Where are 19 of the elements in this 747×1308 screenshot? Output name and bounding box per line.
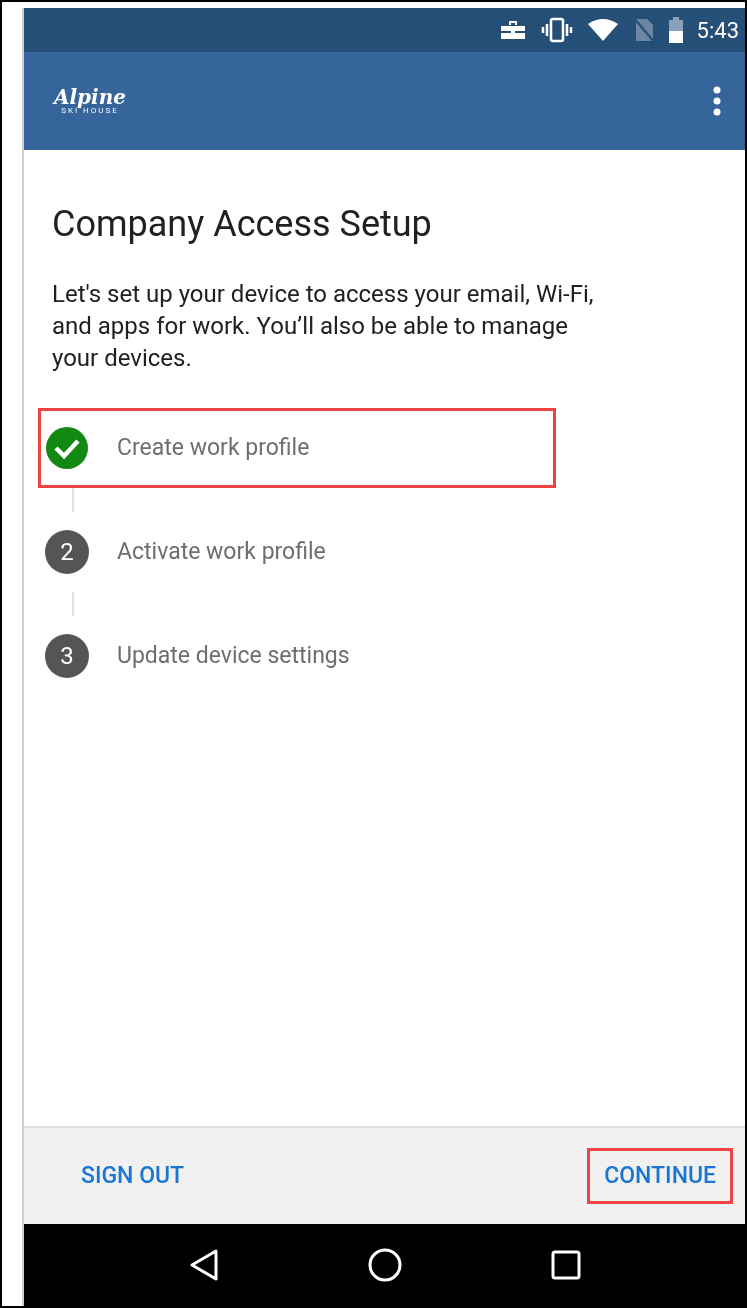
back-icon[interactable]: [188, 1248, 221, 1282]
home-icon[interactable]: [368, 1248, 403, 1282]
step-label: Activate work profile: [117, 536, 326, 567]
step-label: Update device settings: [117, 640, 350, 671]
battery-icon: [668, 17, 683, 43]
step-number: 3: [45, 634, 89, 678]
step-number: 2: [45, 530, 89, 574]
wifi-icon: [586, 18, 619, 42]
continue-button[interactable]: CONTINUE: [587, 1147, 733, 1205]
page-title: Company Access Setup: [52, 202, 433, 247]
briefcase-icon: [498, 18, 527, 42]
status-time: 5:43: [696, 16, 739, 45]
app-logo: Alpine SKI HOUSE: [54, 87, 126, 115]
vibrate-icon: [540, 17, 573, 43]
step-label: Create work profile: [117, 432, 310, 463]
sign-out-button[interactable]: SIGN OUT: [64, 1147, 202, 1205]
more-options-icon[interactable]: [713, 86, 721, 116]
description: Let's set up your device to access your email, Wi-Fi, and apps for work. You’ll also be able to manage your devices.: [52, 279, 595, 374]
recents-icon[interactable]: [550, 1250, 581, 1280]
